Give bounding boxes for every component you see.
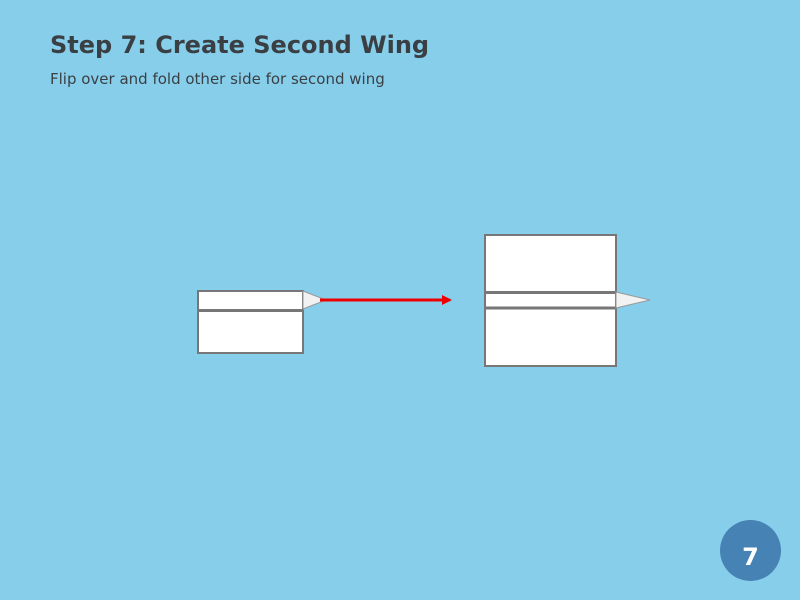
fold-diagram [197,234,651,367]
plane-before-fold [197,290,328,354]
step-number-badge: 7 [720,520,781,581]
plane-after-nose [615,291,651,309]
plane-after-body [484,234,617,367]
plane-before-body [197,290,304,354]
plane-after-fold [484,234,651,367]
